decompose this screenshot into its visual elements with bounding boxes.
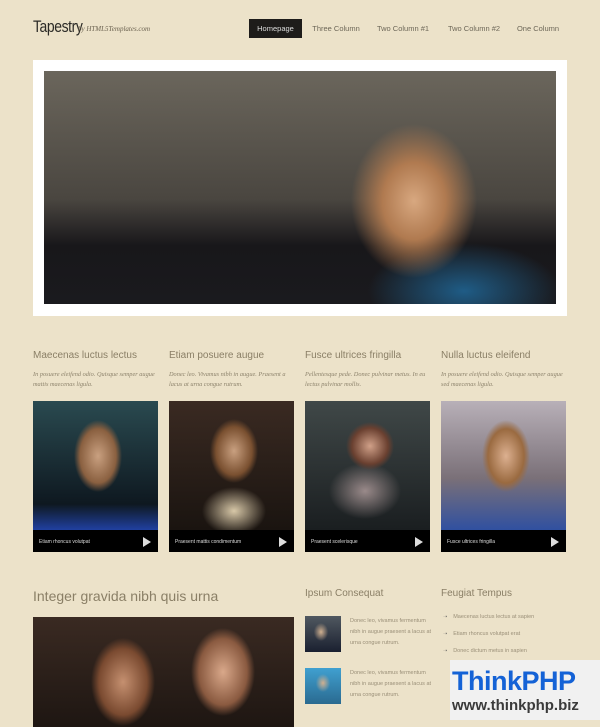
gallery-thumb[interactable]: Praesent mattis condimentum: [169, 401, 294, 552]
column-text: In posuere eleifend odio. Quisque semper…: [441, 371, 563, 388]
play-icon[interactable]: [551, 537, 559, 547]
thumb-caption: Praesent scelerisque: [311, 539, 358, 545]
thumb-image: [305, 401, 430, 530]
nav-one-column[interactable]: One Column: [512, 19, 564, 38]
column-text: Donec leo. Vivamus nibh in augue. Praese…: [169, 371, 286, 388]
thumb-caption: Praesent mattis condimentum: [175, 539, 242, 545]
play-icon[interactable]: [143, 537, 151, 547]
nav-two-column-1[interactable]: Two Column #1: [372, 19, 434, 38]
column-text: In posuere eleifend odio. Quisque semper…: [33, 371, 155, 388]
sidebar-title: Feugiat Tempus: [441, 588, 512, 599]
link-list-item[interactable]: Etiam rhoncus volutpat erat: [443, 631, 520, 637]
thumb-caption: Etiam rhoncus volutpat: [39, 539, 90, 545]
gallery-thumb[interactable]: Praesent scelerisque: [305, 401, 430, 552]
nav-two-column-2[interactable]: Two Column #2: [443, 19, 505, 38]
sidebar-thumb[interactable]: [305, 668, 341, 704]
sidebar-thumb[interactable]: [305, 616, 341, 652]
byline[interactable]: by HTML5Templates.com: [78, 25, 150, 33]
thumb-caption: Fusce ultrices fringilla: [447, 539, 496, 545]
play-icon[interactable]: [415, 537, 423, 547]
feature-title: Integer gravida nibh quis urna: [33, 588, 219, 604]
column-title: Etiam posuere augue: [169, 350, 265, 361]
site-logo[interactable]: Tapestry: [33, 17, 83, 37]
sidebar-text: Donec leo, vivamus fermentum nibh in aug…: [350, 670, 432, 698]
sidebar-title: Ipsum Consequat: [305, 588, 384, 599]
link-list-item[interactable]: Maecenas luctus lectus at sapien: [443, 614, 534, 620]
gallery-thumb[interactable]: Fusce ultrices fringilla: [441, 401, 566, 552]
watermark-url: www.thinkphp.biz: [452, 697, 579, 714]
column-text: Pellentesque pede. Donec pulvinar metus.…: [305, 371, 426, 388]
column-title: Nulla luctus eleifend: [441, 350, 531, 361]
feature-image: [33, 617, 294, 727]
gallery-thumb[interactable]: Etiam rhoncus volutpat: [33, 401, 158, 552]
sidebar-text: Donec leo, vivamus fermentum nibh in aug…: [350, 618, 432, 646]
nav-three-column[interactable]: Three Column: [308, 19, 364, 38]
hero-image: [44, 71, 556, 304]
watermark-brand: ThinkPHP: [452, 666, 576, 696]
column-title: Maecenas luctus lectus: [33, 350, 137, 361]
link-list-item[interactable]: Donec dictum metus in sapien: [443, 648, 527, 654]
thumb-image: [441, 401, 566, 530]
column-title: Fusce ultrices fringilla: [305, 350, 402, 361]
nav-homepage[interactable]: Homepage: [249, 19, 302, 38]
thumb-image: [33, 401, 158, 530]
play-icon[interactable]: [279, 537, 287, 547]
thumb-image: [169, 401, 294, 530]
